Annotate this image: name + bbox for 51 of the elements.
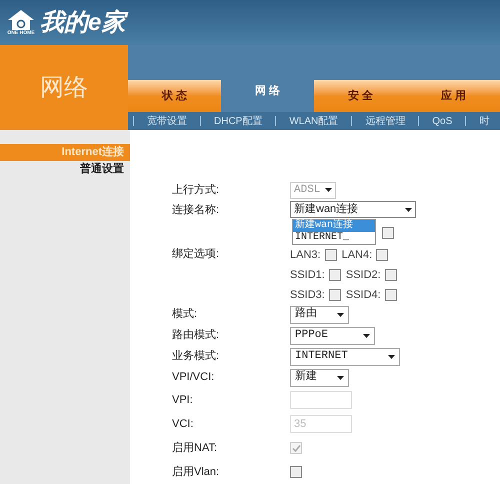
sidebar-item[interactable]: 普通设置 — [0, 161, 130, 178]
checkbox[interactable] — [328, 269, 341, 281]
checkbox[interactable] — [384, 269, 397, 281]
field-label: VCI: — [172, 416, 194, 432]
caret-icon — [337, 312, 344, 316]
input-field[interactable] — [290, 391, 352, 409]
checkbox[interactable] — [324, 249, 337, 261]
caret-icon — [405, 208, 412, 212]
select-field[interactable]: 新建 — [290, 368, 349, 386]
checkbox[interactable] — [384, 289, 397, 301]
subnav-link[interactable]: 远程管理 — [357, 114, 414, 128]
subnav-link[interactable]: 时 — [471, 114, 498, 128]
field-label: 路由模式: — [172, 328, 220, 344]
checkbox-label: SSID3: — [290, 288, 325, 303]
checkbox-label: LAN4: — [342, 248, 372, 263]
checkbox-label: SSID1: — [290, 268, 325, 283]
field-label: 业务模式: — [172, 349, 220, 364]
house-icon — [6, 9, 36, 31]
dropdown-option[interactable]: 新建wan连接 — [293, 220, 375, 232]
field-label: 启用NAT: — [172, 440, 218, 456]
nav-tab[interactable]: 状 态 — [128, 80, 221, 112]
field-label: 启用Vlan: — [172, 464, 220, 480]
select-field[interactable]: 路由 — [290, 306, 349, 324]
subnav-link[interactable]: DHCP配置 — [206, 114, 270, 128]
subnav-link[interactable]: QoS — [424, 114, 460, 128]
checkbox[interactable] — [376, 249, 388, 261]
field-label: VPI: — [172, 392, 194, 408]
select-field[interactable]: PPPoE — [290, 326, 374, 344]
nav-tab[interactable]: 安 全 — [314, 80, 407, 112]
field-label: 绑定选项: — [172, 246, 220, 262]
section-title: 网络 — [40, 72, 88, 102]
checkbox-label: SSID2: — [346, 268, 381, 283]
field-label: 连接名称: — [172, 202, 220, 218]
dropdown-option[interactable]: INTERNET_ — [293, 232, 375, 244]
checkbox[interactable] — [290, 466, 302, 478]
field-label: 模式: — [172, 307, 198, 322]
checkbox[interactable] — [382, 227, 394, 239]
subnav-link[interactable]: 宽带设置 — [139, 114, 195, 128]
field-label: VPI/VCI: — [172, 370, 216, 386]
checkbox[interactable] — [328, 289, 341, 301]
caret-icon — [325, 188, 332, 192]
nav-tab[interactable]: 应 用 — [407, 80, 500, 112]
select-field[interactable]: 新建wan连接 — [290, 201, 416, 218]
caret-icon — [388, 354, 395, 358]
select-field[interactable]: INTERNET — [290, 348, 400, 366]
checkbox-label: LAN3: — [290, 248, 321, 263]
caret-icon — [362, 334, 370, 338]
checkbox-label: SSID4: — [346, 288, 381, 303]
caret-icon — [337, 376, 344, 380]
subnav-link[interactable]: WLAN配置 — [281, 114, 346, 128]
field-label: 上行方式: — [172, 182, 220, 198]
